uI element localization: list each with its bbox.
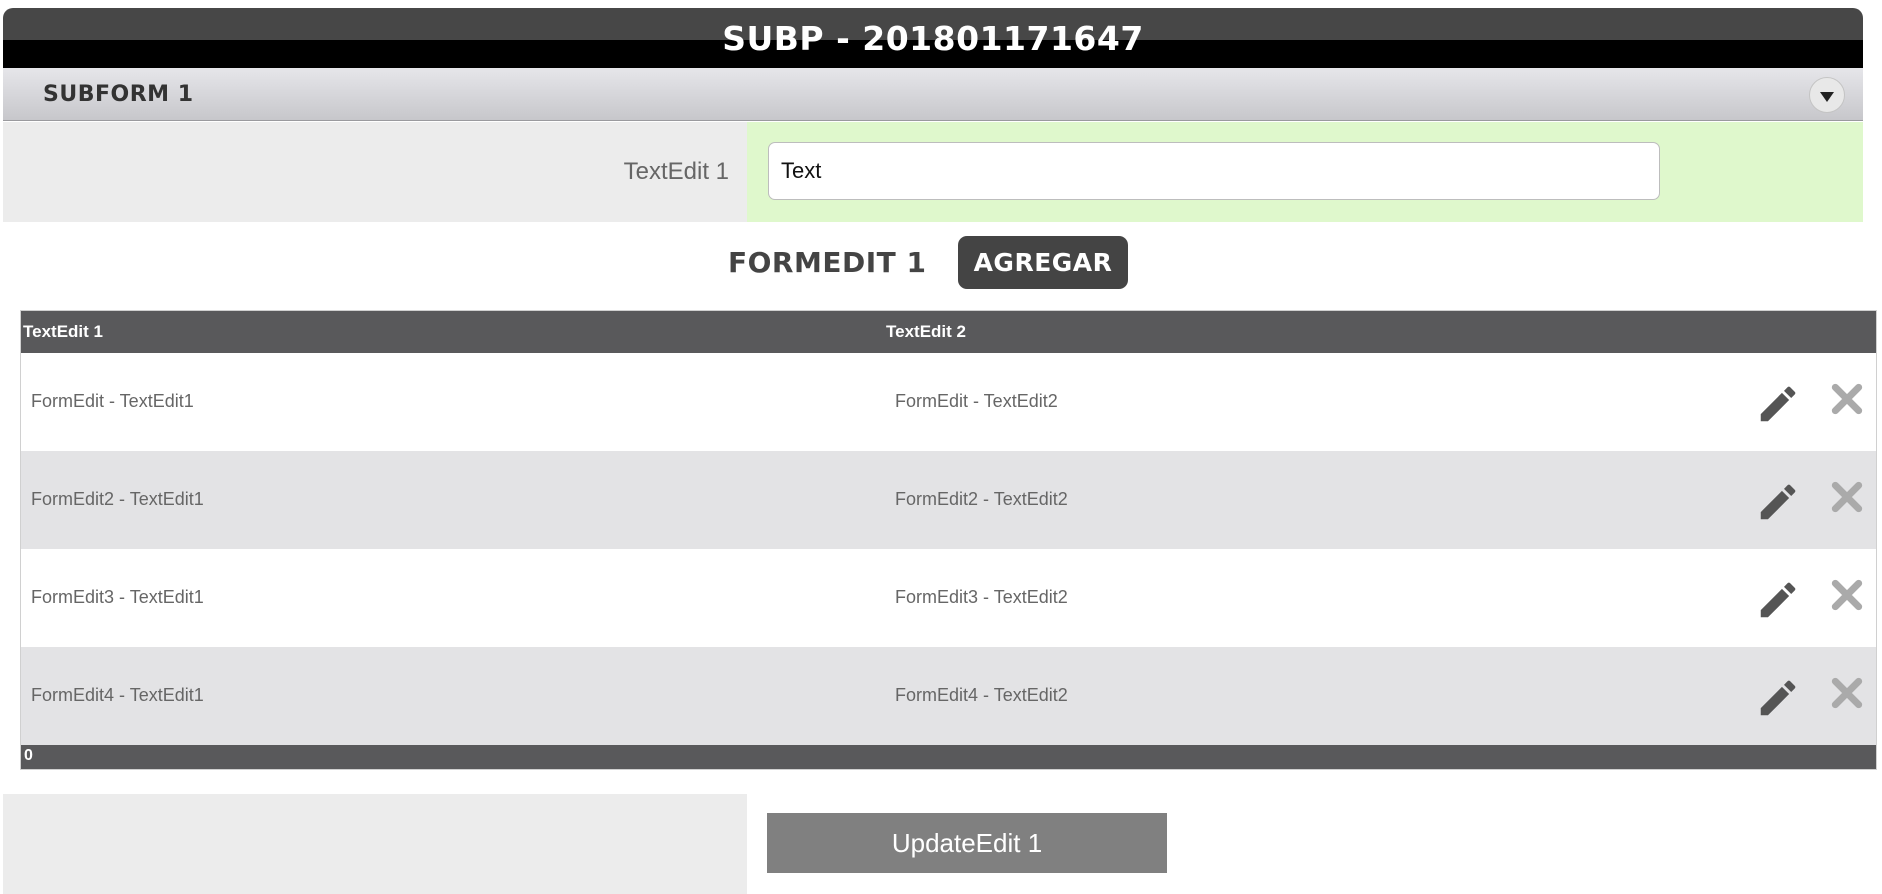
pencil-icon[interactable]: [1755, 381, 1801, 427]
field-label-cell: TextEdit 1: [3, 122, 747, 222]
table-row[interactable]: FormEdit - TextEdit1 FormEdit - TextEdit…: [21, 353, 1876, 451]
cell-textedit2: FormEdit - TextEdit2: [895, 391, 1058, 411]
textedit-field-row: TextEdit 1: [3, 122, 1863, 222]
close-icon[interactable]: [1827, 673, 1867, 713]
formedit-grid: TextEdit 1 TextEdit 2 FormEdit - TextEdi…: [20, 310, 1877, 770]
grid-footer: 0: [21, 745, 1876, 769]
close-icon[interactable]: [1827, 379, 1867, 419]
chevron-down-icon: [1820, 91, 1834, 102]
grid-header: TextEdit 1 TextEdit 2: [21, 311, 1876, 353]
cell-textedit1: FormEdit2 - TextEdit1: [31, 489, 204, 509]
table-row[interactable]: FormEdit2 - TextEdit1 FormEdit2 - TextEd…: [21, 451, 1876, 549]
column-header-textedit1[interactable]: TextEdit 1: [23, 322, 103, 342]
subform-title: SUBFORM 1: [43, 82, 194, 107]
collapse-button[interactable]: [1809, 77, 1845, 113]
cell-textedit2: FormEdit2 - TextEdit2: [895, 489, 1068, 509]
pencil-icon[interactable]: [1755, 675, 1801, 721]
update-button[interactable]: UpdateEdit 1: [767, 813, 1167, 873]
window-title-bar: SUBP - 201801171647: [3, 8, 1863, 68]
cell-textedit1: FormEdit3 - TextEdit1: [31, 587, 204, 607]
update-label-cell: [3, 794, 747, 894]
update-row: UpdateEdit 1: [3, 794, 1863, 894]
cell-textedit1: FormEdit4 - TextEdit1: [31, 685, 204, 705]
textedit-input[interactable]: [768, 142, 1660, 200]
close-icon[interactable]: [1827, 477, 1867, 517]
field-input-cell: [747, 122, 1863, 222]
grid-footer-count: 0: [24, 747, 33, 764]
window-title: SUBP - 201801171647: [722, 18, 1144, 58]
pencil-icon[interactable]: [1755, 577, 1801, 623]
table-row[interactable]: FormEdit3 - TextEdit1 FormEdit3 - TextEd…: [21, 549, 1876, 647]
column-header-textedit2[interactable]: TextEdit 2: [886, 322, 966, 342]
cell-textedit1: FormEdit - TextEdit1: [31, 391, 194, 411]
pencil-icon[interactable]: [1755, 479, 1801, 525]
close-icon[interactable]: [1827, 575, 1867, 615]
subform-header[interactable]: SUBFORM 1: [3, 68, 1863, 121]
cell-textedit2: FormEdit4 - TextEdit2: [895, 685, 1068, 705]
add-button[interactable]: AGREGAR: [958, 236, 1128, 289]
field-label: TextEdit 1: [623, 158, 729, 185]
cell-textedit2: FormEdit3 - TextEdit2: [895, 587, 1068, 607]
formedit-title: FORMEDIT 1: [728, 246, 927, 279]
table-row[interactable]: FormEdit4 - TextEdit1 FormEdit4 - TextEd…: [21, 647, 1876, 745]
